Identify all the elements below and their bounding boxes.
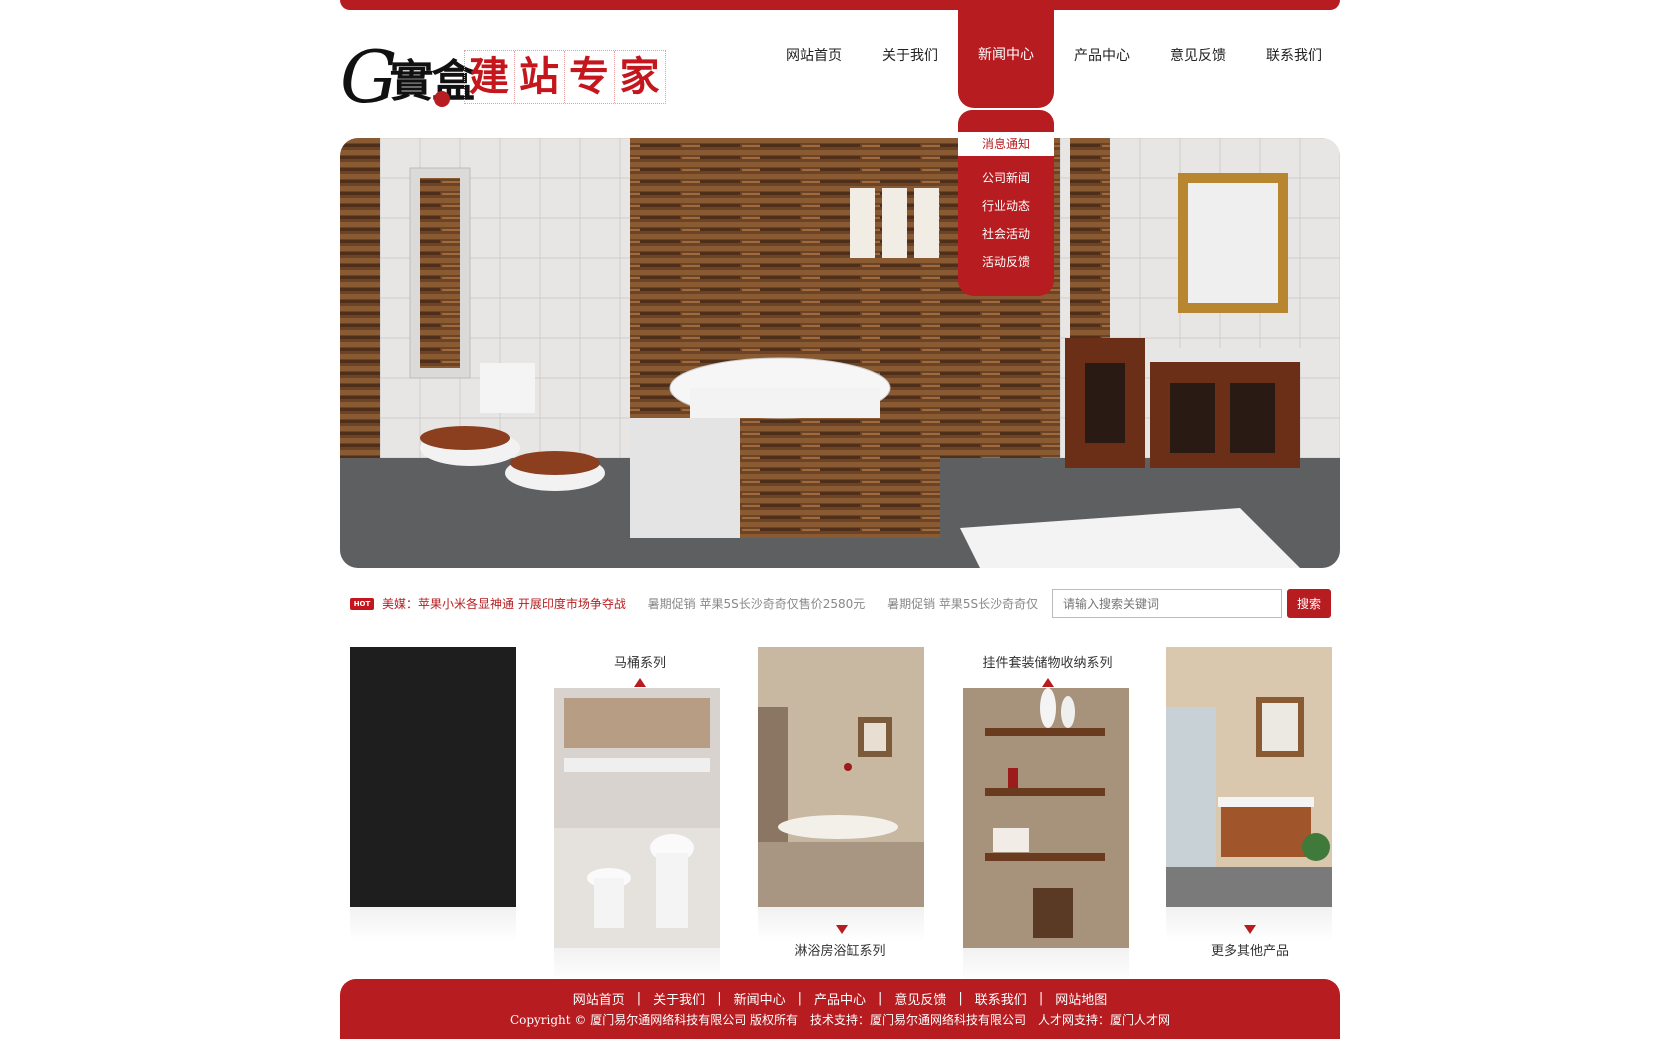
product-label-storage[interactable]: 挂件套装储物收纳系列 (960, 652, 1135, 671)
submenu-item-social[interactable]: 社会活动 (958, 220, 1054, 248)
product-label-toilet[interactable]: 马桶系列 (590, 652, 690, 671)
product-image (554, 688, 720, 948)
product-card-1[interactable] (350, 647, 516, 941)
product-image (350, 647, 516, 907)
search-input[interactable] (1052, 589, 1282, 618)
product-card-3[interactable] (758, 647, 924, 941)
product-label-shower[interactable]: 淋浴房浴缸系列 (780, 940, 900, 959)
bathroom-banner-image (340, 138, 1340, 568)
product-label-more[interactable]: 更多其他产品 (1200, 940, 1300, 959)
arrow-up-icon (1042, 678, 1054, 687)
footer-link-products[interactable]: 产品中心 (802, 989, 878, 1008)
nav-item-products[interactable]: 产品中心 (1054, 0, 1150, 110)
site-footer: 网站首页 | 关于我们 | 新闻中心 | 产品中心 | 意见反馈 | 联系我们 … (340, 979, 1340, 1039)
logo-hanzi: 實盒 (389, 56, 476, 107)
footer-link-about[interactable]: 关于我们 (641, 989, 717, 1008)
submenu-item-industry[interactable]: 行业动态 (958, 192, 1054, 220)
footer-copyright: Copyright © 厦门易尔通网络科技有限公司 版权所有 技术支持：厦门易尔… (509, 1013, 1171, 1027)
submenu-item-feedback[interactable]: 活动反馈 (958, 248, 1054, 276)
footer-link-contact[interactable]: 联系我们 (963, 989, 1039, 1008)
nav-item-news[interactable]: 新闻中心 (958, 0, 1054, 108)
footer-link-news[interactable]: 新闻中心 (722, 989, 798, 1008)
product-reflection (963, 948, 1129, 982)
product-card-4[interactable] (963, 688, 1129, 982)
site-logo[interactable]: G 實盒 建 站 专 家 (340, 41, 666, 113)
ticker-item[interactable]: 暑期促销 苹果5S长沙奇奇仅售价2580元 (648, 597, 866, 611)
product-reflection (350, 907, 516, 941)
nav-item-about[interactable]: 关于我们 (862, 0, 958, 110)
submenu-item-company-news[interactable]: 公司新闻 (958, 164, 1054, 192)
nav-item-home[interactable]: 网站首页 (766, 0, 862, 110)
product-reflection (554, 948, 720, 982)
slogan-char: 建 (465, 51, 515, 103)
product-card-2[interactable] (554, 688, 720, 982)
product-reflection (758, 907, 924, 941)
slogan-char: 站 (515, 51, 565, 103)
product-card-5[interactable] (1166, 647, 1332, 941)
nav-item-feedback[interactable]: 意见反馈 (1150, 0, 1246, 110)
product-image (963, 688, 1129, 948)
submenu-item-notice[interactable]: 消息通知 (958, 132, 1054, 156)
arrow-down-icon (836, 925, 848, 934)
search-button[interactable]: 搜索 (1287, 589, 1331, 618)
arrow-down-icon (1244, 925, 1256, 934)
news-dropdown-menu: 消息通知 公司新闻 行业动态 社会活动 活动反馈 (958, 110, 1054, 296)
hero-banner[interactable] (340, 138, 1340, 568)
news-ticker: 美媒：苹果小米各显神通 开展印度市场争夺战 暑期促销 苹果5S长沙奇奇仅售价25… (382, 595, 1038, 612)
footer-link-home[interactable]: 网站首页 (561, 989, 637, 1008)
logo-slogan: 建 站 专 家 (463, 50, 666, 104)
arrow-up-icon (634, 678, 646, 687)
product-image (1166, 647, 1332, 907)
ticker-item[interactable]: 暑期促销 苹果5S长沙奇奇仅 (887, 597, 1038, 611)
logo-seal-icon (433, 91, 450, 107)
hot-badge-icon: HOT (350, 598, 374, 610)
slogan-char: 专 (565, 51, 615, 103)
main-nav: 网站首页 关于我们 新闻中心 产品中心 意见反馈 联系我们 (766, 0, 1342, 110)
nav-item-contact[interactable]: 联系我们 (1246, 0, 1342, 110)
footer-link-sitemap[interactable]: 网站地图 (1043, 989, 1119, 1008)
footer-links: 网站首页 | 关于我们 | 新闻中心 | 产品中心 | 意见反馈 | 联系我们 … (340, 979, 1340, 1011)
product-reflection (1166, 907, 1332, 941)
slogan-char: 家 (619, 53, 660, 100)
ticker-item[interactable]: 美媒：苹果小米各显神通 开展印度市场争夺战 (382, 597, 626, 611)
footer-link-feedback[interactable]: 意见反馈 (882, 989, 958, 1008)
product-image (758, 647, 924, 907)
